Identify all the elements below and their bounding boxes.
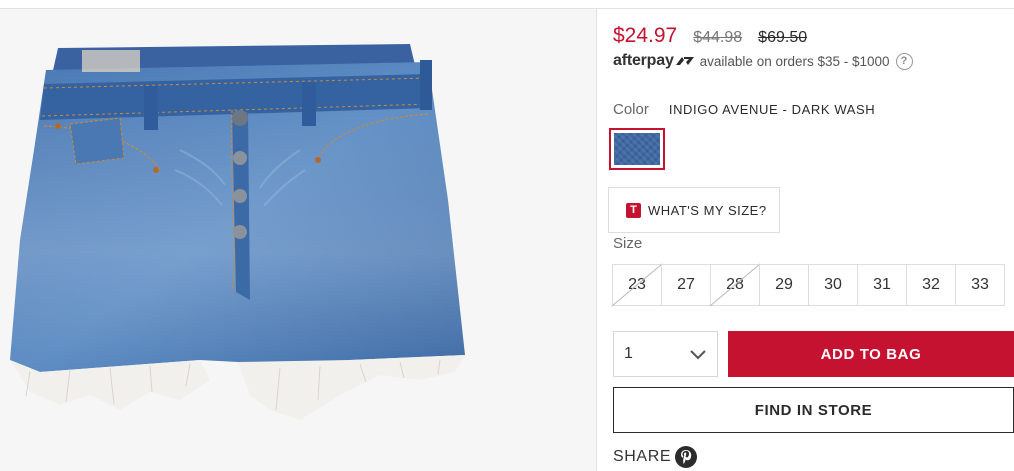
- size-option-30[interactable]: 30: [808, 264, 858, 306]
- question-circle-icon[interactable]: ?: [895, 52, 913, 70]
- share-label: SHARE: [613, 448, 672, 465]
- size-option-27[interactable]: 27: [661, 264, 711, 306]
- true-fit-badge-icon: T: [626, 202, 641, 218]
- color-value: INDIGO AVENUE - DARK WASH: [668, 102, 876, 117]
- afterpay-message: available on orders $35 - $1000: [699, 53, 890, 69]
- quantity-select[interactable]: 1: [613, 331, 718, 377]
- image-divider: [596, 9, 597, 471]
- size-selector: 23 27 28 29 30 31 32 33: [612, 264, 1005, 306]
- whats-my-size-button[interactable]: T WHAT'S MY SIZE?: [608, 187, 780, 233]
- previous-price: $44.98: [693, 29, 743, 46]
- add-to-bag-button[interactable]: ADD TO BAG: [728, 331, 1014, 377]
- quantity-value: 1: [624, 345, 633, 362]
- sale-price: $24.97: [613, 24, 678, 47]
- share-row: SHARE: [613, 446, 698, 468]
- afterpay-row: afterpay available on orders $35 - $1000…: [613, 52, 913, 70]
- chevron-down-icon: [690, 349, 706, 359]
- afterpay-arrows-icon: [675, 57, 694, 65]
- find-in-store-button[interactable]: FIND IN STORE: [613, 387, 1014, 433]
- size-option-28[interactable]: 28: [710, 264, 760, 306]
- color-row: Color INDIGO AVENUE - DARK WASH: [613, 101, 875, 118]
- size-option-33[interactable]: 33: [955, 264, 1005, 306]
- size-option-31[interactable]: 31: [857, 264, 907, 306]
- denim-shorts-illustration: [10, 44, 465, 420]
- size-option-23[interactable]: 23: [612, 264, 662, 306]
- color-swatch-selected[interactable]: [609, 128, 665, 170]
- color-label: Color: [613, 101, 649, 118]
- size-option-29[interactable]: 29: [759, 264, 809, 306]
- size-label: Size: [613, 235, 643, 252]
- afterpay-logo: afterpay: [613, 52, 674, 69]
- whats-my-size-label: WHAT'S MY SIZE?: [648, 202, 767, 218]
- price-row: $24.97 $44.98 $69.50: [613, 24, 807, 48]
- original-price: $69.50: [758, 29, 808, 46]
- pinterest-icon[interactable]: [675, 446, 698, 468]
- size-option-32[interactable]: 32: [906, 264, 956, 306]
- product-image: [0, 9, 596, 471]
- swatch-denim: [614, 133, 660, 165]
